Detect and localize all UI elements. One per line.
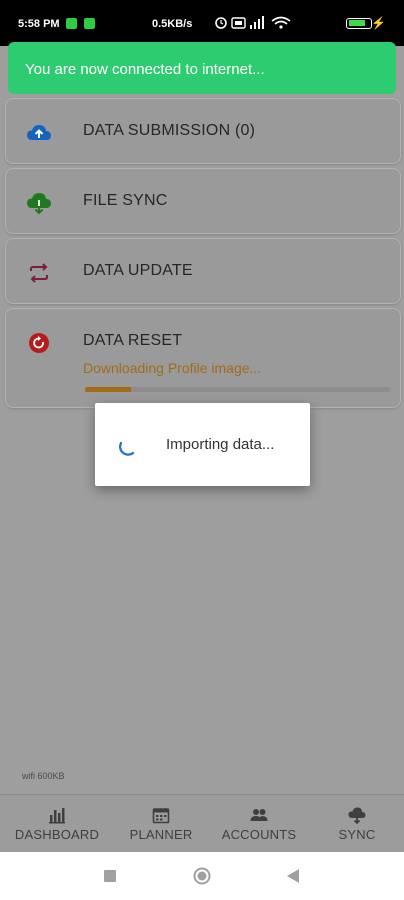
download-progress-bar bbox=[85, 387, 390, 392]
card-data-reset[interactable]: DATA RESET Downloading Profile image... bbox=[5, 308, 401, 408]
card-label: FILE SYNC bbox=[83, 192, 168, 209]
status-bar: 5:58 PM 0.5KB/s ⚡ bbox=[0, 0, 404, 46]
charging-icon: ⚡ bbox=[371, 16, 386, 30]
toast-message: You are now connected to internet... bbox=[25, 61, 265, 78]
system-navigation-bar bbox=[0, 852, 404, 900]
card-label: DATA SUBMISSION (0) bbox=[83, 122, 256, 139]
nav-label: ACCOUNTS bbox=[221, 827, 297, 842]
network-speed: 0.5KB/s bbox=[152, 18, 193, 30]
system-status-icons bbox=[215, 16, 291, 29]
cloud-upload-icon bbox=[27, 125, 51, 140]
notification-app-icon bbox=[84, 18, 95, 29]
importing-dialog: Importing data... bbox=[95, 403, 310, 486]
loading-spinner-icon bbox=[119, 441, 135, 456]
card-label: DATA RESET bbox=[83, 332, 183, 349]
calendar-icon bbox=[152, 808, 170, 824]
progress-fill bbox=[85, 387, 131, 392]
nav-sync[interactable]: SYNC bbox=[310, 795, 404, 853]
nav-label: SYNC bbox=[338, 827, 376, 842]
battery-icon bbox=[346, 18, 372, 29]
download-status: Downloading Profile image... bbox=[83, 360, 262, 376]
card-label: DATA UPDATE bbox=[83, 262, 193, 279]
cloud-download-icon bbox=[27, 193, 51, 215]
repeat-icon bbox=[30, 263, 48, 283]
nav-accounts[interactable]: ACCOUNTS bbox=[208, 795, 310, 853]
nav-planner[interactable]: PLANNER bbox=[114, 795, 208, 853]
back-triangle-icon[interactable] bbox=[287, 869, 299, 883]
home-circle-icon[interactable] bbox=[193, 867, 211, 885]
connection-toast: You are now connected to internet... bbox=[8, 42, 396, 94]
cloud-sync-icon bbox=[348, 807, 366, 824]
bar-chart-icon bbox=[49, 808, 65, 824]
recents-square-icon[interactable] bbox=[104, 870, 116, 882]
card-file-sync[interactable]: FILE SYNC bbox=[5, 168, 401, 234]
nav-label: PLANNER bbox=[129, 827, 193, 842]
reset-icon bbox=[29, 333, 49, 353]
people-icon bbox=[250, 809, 268, 821]
dialog-message: Importing data... bbox=[166, 436, 275, 453]
bottom-navigation: DASHBOARD PLANNER ACCOUNTS SYNC bbox=[0, 794, 404, 852]
status-time: 5:58 PM bbox=[18, 18, 60, 30]
nav-label: DASHBOARD bbox=[14, 827, 100, 842]
notification-app-icon bbox=[66, 18, 77, 29]
net-speed-label: wifi 600KB bbox=[22, 771, 65, 781]
card-data-submission[interactable]: DATA SUBMISSION (0) bbox=[5, 98, 401, 164]
nav-dashboard[interactable]: DASHBOARD bbox=[0, 795, 114, 853]
card-data-update[interactable]: DATA UPDATE bbox=[5, 238, 401, 304]
